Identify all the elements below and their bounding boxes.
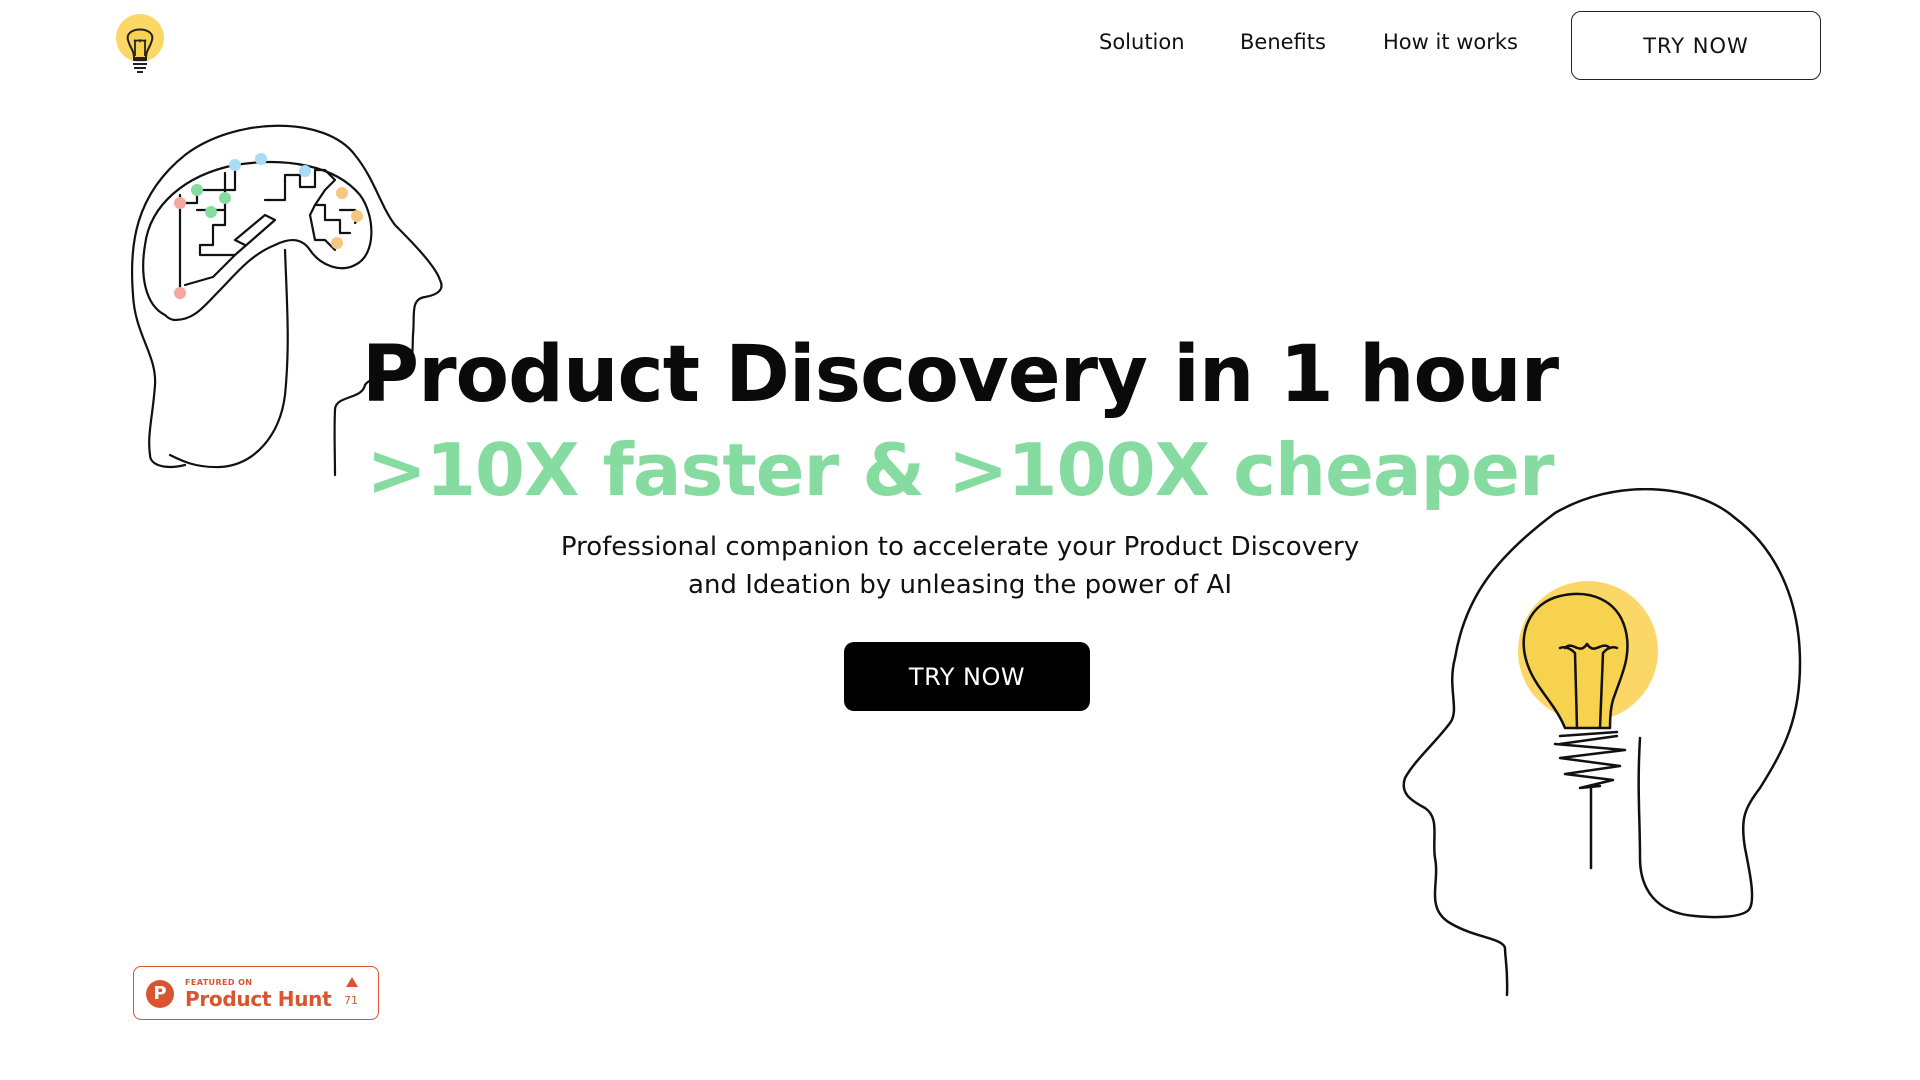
logo-lightbulb-icon[interactable] xyxy=(110,10,170,82)
nav-link-how-it-works[interactable]: How it works xyxy=(1383,30,1518,54)
upvote-arrow-icon xyxy=(346,977,358,987)
product-hunt-name: Product Hunt xyxy=(185,987,332,1011)
nav-link-benefits[interactable]: Benefits xyxy=(1240,30,1326,54)
nav-try-now-button[interactable]: TRY NOW xyxy=(1571,11,1821,80)
hero-try-now-button[interactable]: TRY NOW xyxy=(844,642,1090,711)
hero-description-line-1: Professional companion to accelerate you… xyxy=(560,532,1360,562)
nav-link-solution[interactable]: Solution xyxy=(1099,30,1185,54)
product-hunt-logo-icon: P xyxy=(146,980,174,1008)
upvote-count: 71 xyxy=(344,994,358,1007)
product-hunt-featured-text: FEATURED ON xyxy=(185,978,253,987)
hero-description: Professional companion to accelerate you… xyxy=(0,528,1920,604)
hero-headline: Product Discovery in 1 hour xyxy=(361,330,1559,420)
product-hunt-badge[interactable]: P FEATURED ON Product Hunt 71 xyxy=(133,966,379,1020)
hero-description-line-2: and Ideation by unleasing the power of A… xyxy=(688,570,1232,600)
hero-subheadline: >10X faster & >100X cheaper xyxy=(366,428,1555,512)
